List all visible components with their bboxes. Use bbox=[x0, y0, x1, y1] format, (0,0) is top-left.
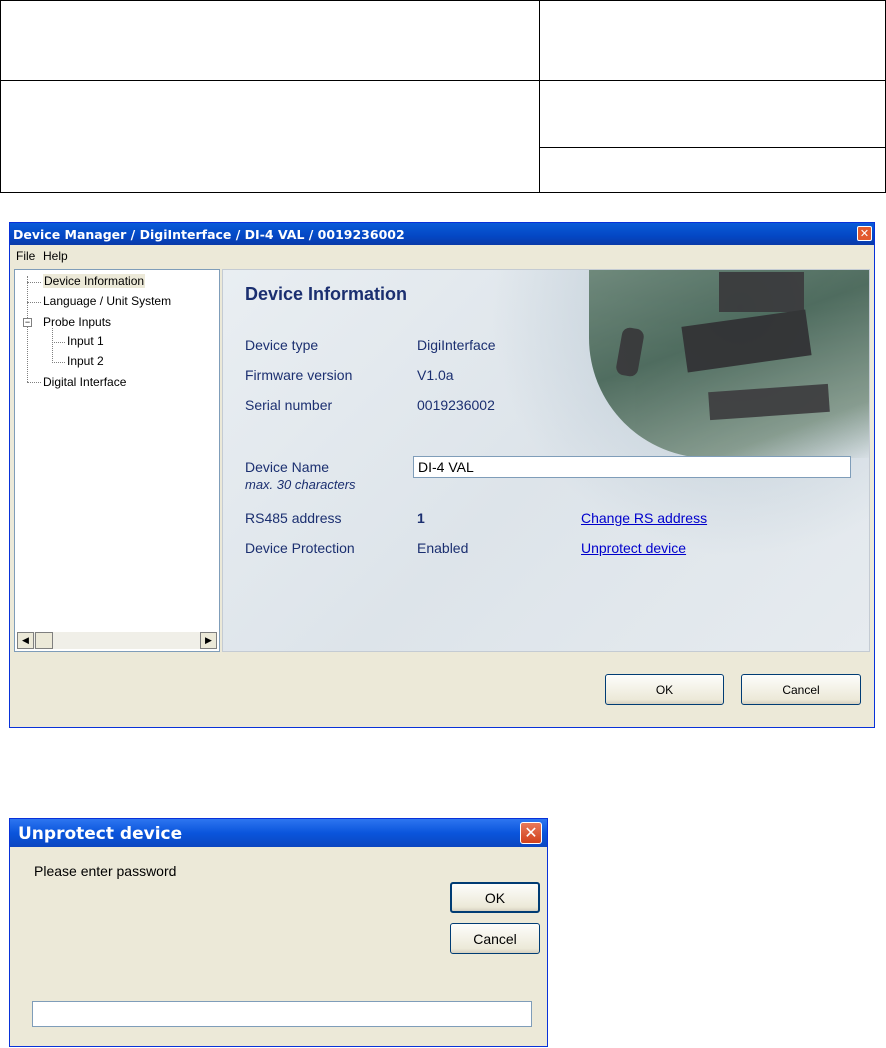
title-bar[interactable]: Device Manager / DigiInterface / DI-4 VA… bbox=[10, 223, 874, 245]
serial-value: 0019236002 bbox=[417, 397, 495, 413]
device-protection-label: Device Protection bbox=[245, 540, 355, 556]
circuit-board-image bbox=[589, 270, 869, 458]
device-manager-window: Device Manager / DigiInterface / DI-4 VA… bbox=[9, 222, 875, 728]
tree-line bbox=[27, 382, 41, 383]
menu-bar: File Help bbox=[10, 245, 874, 265]
rs485-value: 1 bbox=[417, 510, 425, 526]
navigation-tree: − Device Information Language / Unit Sys… bbox=[14, 269, 220, 652]
close-icon[interactable]: ✕ bbox=[857, 226, 872, 241]
scroll-left-icon[interactable]: ◀ bbox=[17, 632, 34, 649]
unprotect-device-dialog: Unprotect device ✕ Please enter password… bbox=[9, 818, 548, 1047]
device-type-label: Device type bbox=[245, 337, 319, 353]
window-title: Device Manager / DigiInterface / DI-4 VA… bbox=[13, 227, 405, 242]
tree-item-language-unit-system[interactable]: Language / Unit System bbox=[43, 294, 171, 308]
table-cell bbox=[0, 80, 540, 193]
rs485-label: RS485 address bbox=[245, 510, 342, 526]
tree-line bbox=[27, 282, 41, 283]
scroll-thumb[interactable] bbox=[35, 632, 53, 649]
ok-button[interactable]: OK bbox=[605, 674, 724, 705]
cancel-button[interactable]: Cancel bbox=[741, 674, 861, 705]
horizontal-scrollbar[interactable]: ◀ ▶ bbox=[17, 632, 217, 649]
tree-line bbox=[52, 362, 65, 363]
dialog-ok-button[interactable]: OK bbox=[450, 882, 540, 913]
password-prompt: Please enter password bbox=[34, 863, 177, 879]
table-cell bbox=[0, 0, 540, 81]
device-protection-value: Enabled bbox=[417, 540, 469, 556]
serial-label: Serial number bbox=[245, 397, 333, 413]
unprotect-device-link[interactable]: Unprotect device bbox=[581, 540, 686, 556]
table-cell bbox=[539, 147, 886, 193]
header-table bbox=[0, 0, 886, 193]
firmware-value: V1.0a bbox=[417, 367, 454, 383]
device-information-panel: Device Information Device type DigiInter… bbox=[222, 269, 870, 652]
firmware-label: Firmware version bbox=[245, 367, 353, 383]
collapse-icon[interactable]: − bbox=[23, 318, 32, 327]
tree-line bbox=[27, 276, 28, 382]
device-name-hint: max. 30 characters bbox=[245, 477, 356, 492]
tree-line bbox=[52, 342, 65, 343]
tree-item-probe-inputs[interactable]: Probe Inputs bbox=[43, 315, 111, 329]
dialog-title: Unprotect device bbox=[18, 824, 183, 844]
tree-line bbox=[27, 302, 41, 303]
tree-item-input-1[interactable]: Input 1 bbox=[67, 334, 104, 348]
table-cell bbox=[539, 0, 886, 81]
menu-file[interactable]: File bbox=[16, 249, 35, 263]
dialog-close-icon[interactable]: ✕ bbox=[520, 822, 542, 844]
password-input[interactable] bbox=[32, 1001, 532, 1027]
device-name-input[interactable] bbox=[413, 456, 851, 478]
tree-item-input-2[interactable]: Input 2 bbox=[67, 354, 104, 368]
dialog-cancel-button[interactable]: Cancel bbox=[450, 923, 540, 954]
tree-item-digital-interface[interactable]: Digital Interface bbox=[43, 375, 126, 389]
device-name-label: Device Name bbox=[245, 459, 330, 475]
table-cell bbox=[539, 80, 886, 148]
menu-help[interactable]: Help bbox=[43, 249, 68, 263]
tree-line bbox=[52, 328, 53, 363]
scroll-right-icon[interactable]: ▶ bbox=[200, 632, 217, 649]
panel-title: Device Information bbox=[245, 284, 408, 304]
tree-item-device-information[interactable]: Device Information bbox=[43, 274, 146, 288]
device-type-value: DigiInterface bbox=[417, 337, 496, 353]
dialog-title-bar[interactable]: Unprotect device ✕ bbox=[10, 819, 547, 847]
change-rs-address-link[interactable]: Change RS address bbox=[581, 510, 707, 526]
